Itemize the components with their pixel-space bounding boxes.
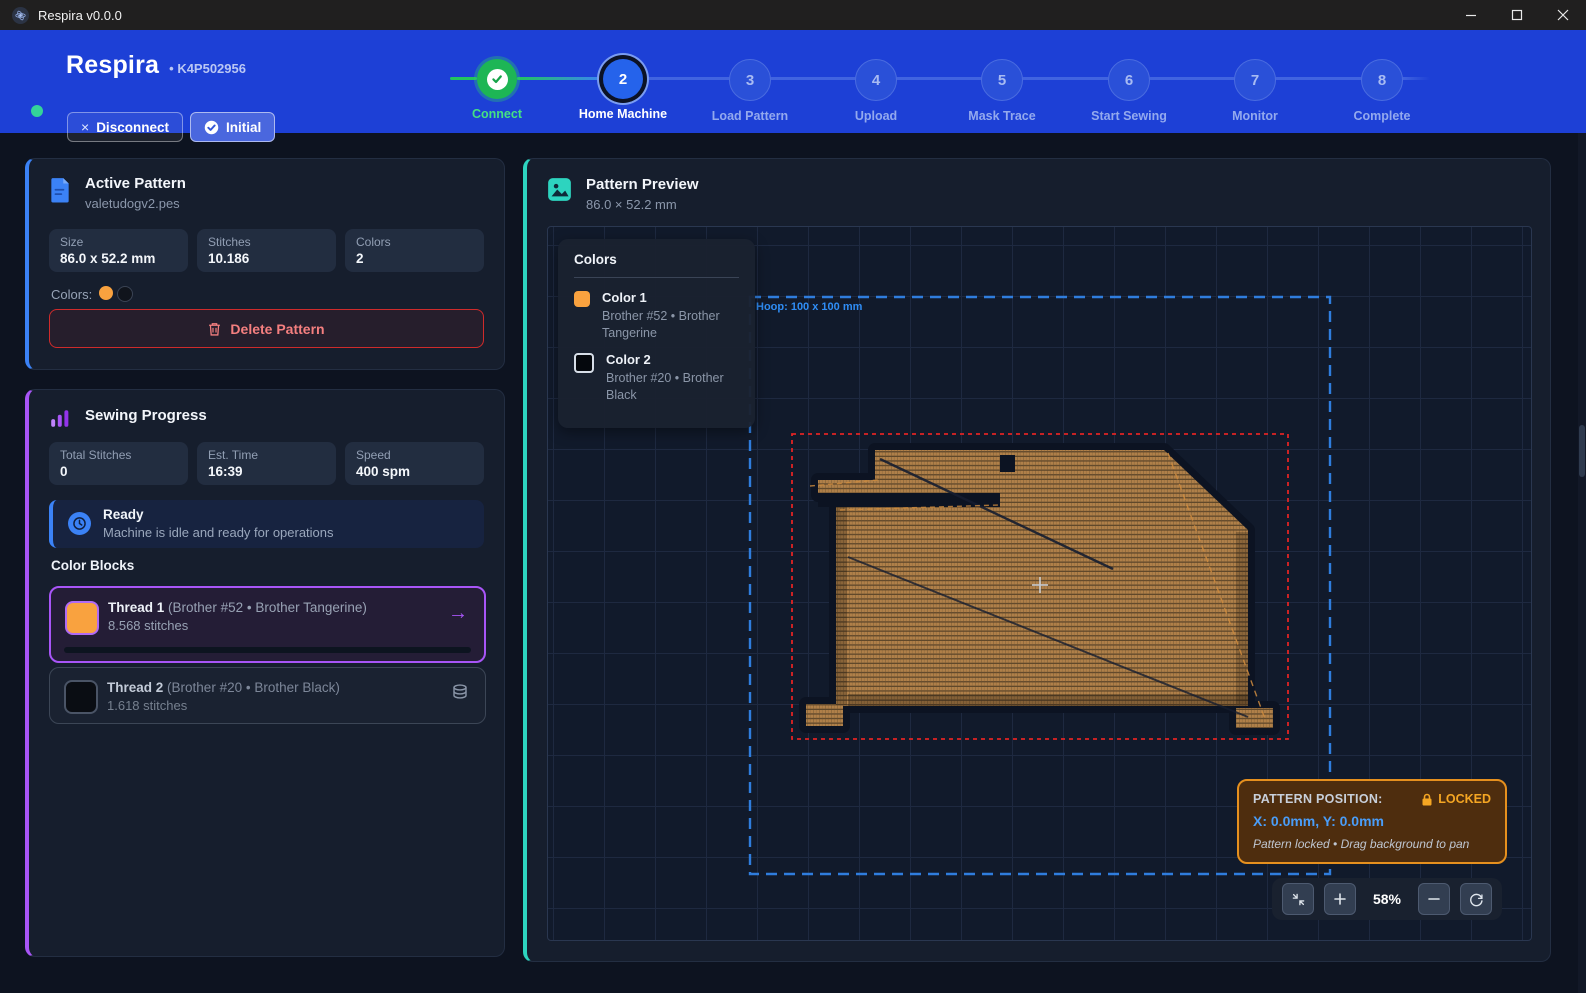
maximize-button[interactable] — [1494, 0, 1540, 30]
legend-color-swatch — [574, 291, 590, 307]
arrow-right-icon: → — [448, 602, 468, 625]
step-indicator: Connect 2 Home Machine 3 Load Pattern 4 Upload… — [0, 30, 1586, 133]
page-scrollbar[interactable] — [1578, 133, 1586, 993]
layers-icon — [450, 682, 470, 707]
titlebar: Respira v0.0.0 — [0, 0, 1586, 30]
locked-badge: LOCKED — [1421, 792, 1491, 806]
app-icon — [12, 7, 29, 24]
color-blocks-label: Color Blocks — [51, 558, 134, 573]
step-circle: 3 — [729, 59, 771, 101]
sewing-stats: Total Stitches0Est. Time16:39Speed400 sp… — [49, 442, 484, 485]
step-upload[interactable]: 4 Upload — [816, 59, 936, 123]
active-pattern-title: Active Pattern — [85, 175, 186, 192]
stat-total-stitches: Total Stitches0 — [49, 442, 188, 485]
colors-legend: Colors Color 1Brother #52 • Brother Tang… — [558, 239, 755, 428]
preview-canvas[interactable]: Hoop: 100 x 100 mm Colors Color 1Brother… — [547, 226, 1532, 941]
step-circle: 8 — [1361, 59, 1403, 101]
clock-icon — [68, 512, 91, 535]
image-icon — [547, 177, 572, 212]
step-mask-trace[interactable]: 5 Mask Trace — [942, 59, 1062, 123]
step-label: Home Machine — [563, 107, 683, 121]
zoom-toolbar: 58% — [1272, 878, 1502, 920]
machine-status-box: Ready Machine is idle and ready for oper… — [49, 500, 484, 548]
step-load-pattern[interactable]: 3 Load Pattern — [690, 59, 810, 123]
step-circle: 7 — [1234, 59, 1276, 101]
app-window: Respira v0.0.0 Respira • K4P502956 × Dis… — [0, 0, 1586, 993]
step-start-sewing[interactable]: 6 Start Sewing — [1069, 59, 1189, 123]
position-label: PATTERN POSITION: — [1253, 792, 1383, 806]
position-hint: Pattern locked • Drag background to pan — [1253, 837, 1491, 851]
color-block-thread-1[interactable]: Thread 1 (Brother #52 • Brother Tangerin… — [49, 586, 486, 663]
minimize-button[interactable] — [1448, 0, 1494, 30]
thread-color-swatch — [64, 680, 98, 714]
bar-chart-icon — [49, 407, 71, 434]
active-pattern-card: Active Pattern valetudogv2.pes Size86.0 … — [25, 158, 505, 370]
legend-color-swatch — [574, 353, 594, 373]
color-swatch — [99, 286, 113, 300]
step-label: Upload — [816, 109, 936, 123]
position-coordinates: X: 0.0mm, Y: 0.0mm — [1253, 813, 1491, 829]
trash-icon — [208, 322, 221, 336]
sewing-progress-title: Sewing Progress — [85, 407, 207, 434]
reset-view-button[interactable] — [1460, 883, 1492, 915]
step-label: Monitor — [1195, 109, 1315, 123]
delete-pattern-button[interactable]: Delete Pattern — [49, 309, 484, 348]
close-button[interactable] — [1540, 0, 1586, 30]
thread-progress-bar — [64, 647, 471, 653]
step-connect[interactable]: Connect — [437, 59, 557, 121]
pattern-dimensions: 86.0 × 52.2 mm — [586, 197, 699, 212]
pattern-filename: valetudogv2.pes — [85, 196, 186, 211]
step-label: Connect — [437, 107, 557, 121]
pattern-preview-card: Pattern Preview 86.0 × 52.2 mm — [523, 158, 1551, 962]
status-description: Machine is idle and ready for operations — [103, 525, 334, 540]
thread-stitch-count: 8.568 stitches — [108, 618, 188, 633]
legend-item-color-2: Color 2Brother #20 • Brother Black — [574, 352, 739, 404]
thread-color-swatch — [65, 601, 99, 635]
zoom-in-button[interactable] — [1324, 883, 1356, 915]
step-label: Load Pattern — [690, 109, 810, 123]
step-label: Mask Trace — [942, 109, 1062, 123]
stat-est-time: Est. Time16:39 — [197, 442, 336, 485]
pattern-position-overlay: PATTERN POSITION: LOCKED X: 0.0mm, Y: 0.… — [1237, 779, 1507, 864]
zoom-out-button[interactable] — [1418, 883, 1450, 915]
fit-view-button[interactable] — [1282, 883, 1314, 915]
step-complete[interactable]: 8 Complete — [1322, 59, 1442, 123]
step-circle: 5 — [981, 59, 1023, 101]
colors-label: Colors: — [51, 287, 92, 302]
document-icon — [49, 177, 71, 211]
step-label: Complete — [1322, 109, 1442, 123]
window-title: Respira v0.0.0 — [38, 8, 122, 23]
thread-stitch-count: 1.618 stitches — [107, 698, 187, 713]
zoom-level: 58% — [1366, 891, 1408, 907]
step-label: Start Sewing — [1069, 109, 1189, 123]
color-swatch — [117, 286, 133, 302]
legend-item-color-1: Color 1Brother #52 • Brother Tangerine — [574, 290, 739, 342]
lock-icon — [1421, 793, 1433, 806]
stat-speed: Speed400 spm — [345, 442, 484, 485]
step-circle: 2 — [603, 59, 643, 99]
stat-stitches: Stitches10.186 — [197, 229, 336, 272]
app-header: Respira • K4P502956 × Disconnect Initial… — [0, 30, 1586, 133]
status-title: Ready — [103, 507, 144, 522]
scrollbar-thumb[interactable] — [1579, 425, 1585, 477]
stat-colors: Colors2 — [345, 229, 484, 272]
check-icon — [487, 69, 508, 90]
color-block-thread-2[interactable]: Thread 2 (Brother #20 • Brother Black)1.… — [49, 667, 486, 724]
stat-size: Size86.0 x 52.2 mm — [49, 229, 188, 272]
pattern-stats: Size86.0 x 52.2 mmStitches10.186Colors2 — [49, 229, 484, 272]
step-circle — [477, 59, 517, 99]
step-circle: 4 — [855, 59, 897, 101]
step-home-machine[interactable]: 2 Home Machine — [563, 59, 683, 121]
hoop-size-label: Hoop: 100 x 100 mm — [756, 301, 862, 313]
pattern-preview-title: Pattern Preview — [586, 176, 699, 193]
legend-title: Colors — [574, 252, 739, 267]
step-monitor[interactable]: 7 Monitor — [1195, 59, 1315, 123]
sewing-progress-card: Sewing Progress Total Stitches0Est. Time… — [25, 389, 505, 957]
step-circle: 6 — [1108, 59, 1150, 101]
